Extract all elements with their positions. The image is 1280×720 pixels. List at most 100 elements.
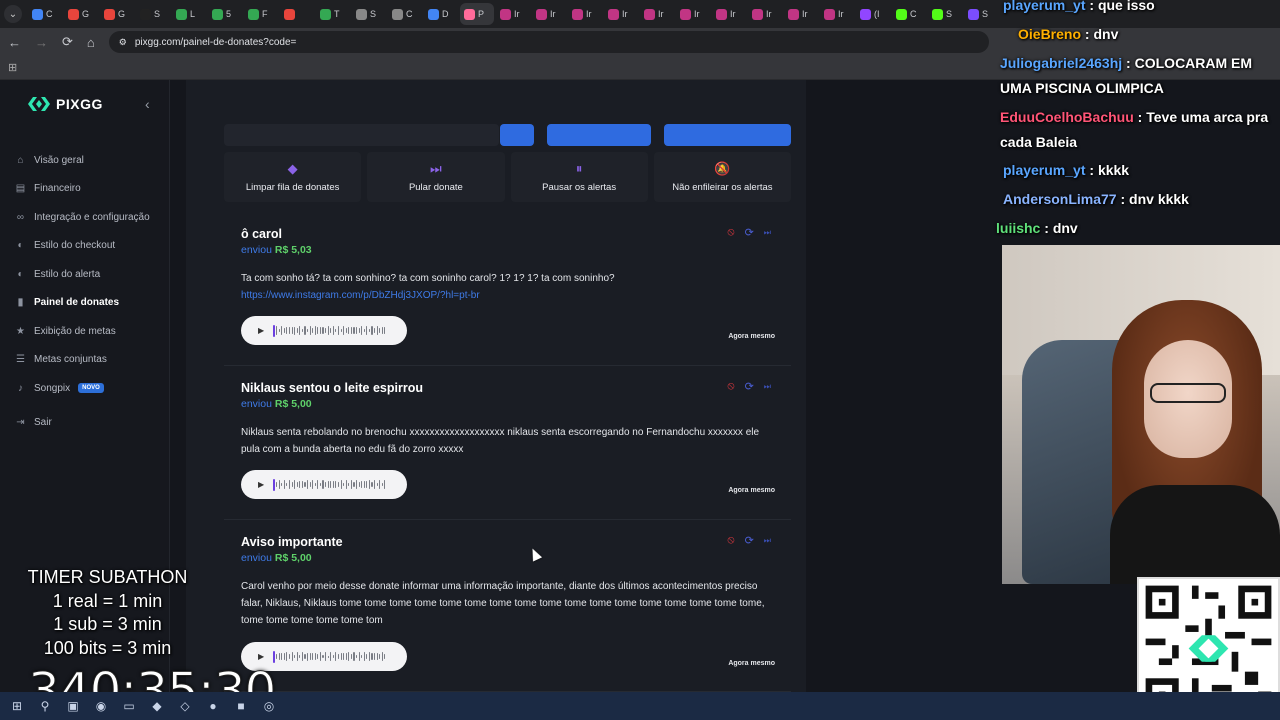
chat-username: EduuCoelhoBachuu (1000, 109, 1134, 125)
sidebar-item-painel-de-donates[interactable]: ▮ Painel de donates (0, 289, 170, 318)
app-icon[interactable]: ◆ (150, 699, 164, 713)
browser-tab[interactable]: S (964, 3, 998, 25)
browser-tab[interactable]: S (136, 3, 170, 25)
windows-start-icon[interactable]: ⊞ (10, 699, 24, 713)
browser-tab[interactable]: G (64, 3, 98, 25)
sidebar-item-metas-conjuntas[interactable]: ☰ Metas conjuntas (0, 346, 170, 375)
collapse-sidebar-icon[interactable]: ‹ (145, 96, 150, 112)
reload-icon[interactable]: ⟳ (62, 34, 73, 50)
browser-tab[interactable]: Ir (604, 3, 638, 25)
sidebar-item-financeiro[interactable]: ▤ Financeiro (0, 175, 170, 204)
sidebar-item-sair[interactable]: ⇥ Sair (0, 409, 170, 438)
browser-tab[interactable]: P (460, 3, 494, 25)
browser-tab[interactable]: Ir (532, 3, 566, 25)
action-label: Limpar fila de donates (245, 182, 340, 193)
donates-panel: ◆ Limpar fila de donates ⏭ Pular donate ⏸ Pau… (186, 80, 806, 692)
replay-icon[interactable]: ⟳ (745, 226, 754, 239)
address-bar[interactable]: ⚙ pixgg.com/painel-de-donates?code= (108, 31, 989, 53)
chrome-icon[interactable]: ◉ (94, 699, 108, 713)
browser-tab[interactable]: Ir (568, 3, 602, 25)
action-pause-button[interactable]: ⏸ Pausar os alertas (510, 152, 648, 202)
audio-waveform[interactable] (273, 324, 386, 337)
tab-label: S (946, 9, 953, 19)
browser-tab[interactable]: L (172, 3, 206, 25)
tab-favicon-icon (644, 8, 655, 20)
site-info-icon[interactable]: ⚙ (119, 37, 127, 48)
eraser-icon: ◆ (287, 161, 298, 176)
replay-icon[interactable]: ⟳ (745, 534, 754, 547)
audio-waveform[interactable] (273, 478, 386, 491)
top-button-1[interactable] (500, 124, 534, 146)
skip-icon[interactable]: ⏭ (764, 380, 771, 393)
audio-waveform[interactable] (273, 650, 386, 663)
sidebar-item-songpix[interactable]: ♪ Songpix NOVO (0, 374, 170, 403)
tab-label: Ir (622, 9, 628, 19)
tab-search-icon[interactable]: ⌄ (4, 5, 22, 23)
block-icon[interactable]: ⦸ (727, 380, 734, 393)
browser-tab[interactable]: S (928, 3, 962, 25)
task-view-icon[interactable]: ▣ (66, 699, 80, 713)
block-icon[interactable]: ⦸ (727, 534, 734, 547)
browser-tab[interactable]: Ir (748, 3, 782, 25)
sidebar-item-label: Songpix (34, 382, 71, 394)
audio-player[interactable]: ▶ (241, 316, 407, 345)
browser-tab[interactable]: C (388, 3, 422, 25)
browser-tab[interactable]: Ir (784, 3, 818, 25)
chat-username: OieBreno (1018, 26, 1082, 42)
browser-tab[interactable]: Ir (820, 3, 854, 25)
play-icon[interactable]: ▶ (258, 480, 264, 489)
tab-label: Ir (694, 9, 700, 19)
palette-icon: ◐ (17, 240, 24, 252)
app-icon[interactable]: ◇ (178, 699, 192, 713)
apps-grid-icon[interactable]: ⊞ (8, 61, 17, 74)
sidebar-item-vis-o-geral[interactable]: ⌂ Visão geral (0, 146, 170, 175)
browser-tab[interactable]: (I (856, 3, 890, 25)
browser-tab[interactable]: T (316, 3, 350, 25)
donate-timestamp: Agora mesmo (728, 660, 775, 667)
home-icon[interactable]: ⌂ (87, 35, 95, 50)
app-icon[interactable]: ◎ (262, 699, 276, 713)
audio-player[interactable]: ▶ (241, 470, 407, 499)
browser-tab[interactable]: Ir (496, 3, 530, 25)
sidebar-item-exibi-o-de-metas[interactable]: ★ Exibição de metas (0, 317, 170, 346)
sidebar-item-estilo-do-alerta[interactable]: ◐ Estilo do alerta (0, 260, 170, 289)
browser-tab[interactable]: G (100, 3, 134, 25)
browser-tab[interactable]: 5 (208, 3, 242, 25)
sidebar-item-estilo-do-checkout[interactable]: ◐ Estilo do checkout (0, 232, 170, 261)
brand-logo[interactable]: PIXGG (28, 96, 103, 112)
action-skip-button[interactable]: ⏭ Pular donate (367, 152, 505, 202)
browser-tab[interactable]: D (424, 3, 458, 25)
play-icon[interactable]: ▶ (258, 652, 264, 661)
browser-tab[interactable]: S (352, 3, 386, 25)
back-icon[interactable]: ← (8, 35, 21, 50)
app-icon[interactable]: ● (206, 699, 220, 713)
app-icon[interactable]: ■ (234, 699, 248, 713)
sidebar-item-integra-o-e-configura-o[interactable]: ∞ Integração e configuração (0, 203, 170, 232)
block-icon[interactable]: ⦸ (727, 226, 734, 239)
donate-card: Niklaus sentou o leite espirrou enviou R$… (224, 366, 791, 520)
browser-tab[interactable]: F (244, 3, 278, 25)
action-eraser-button[interactable]: ◆ Limpar fila de donates (224, 152, 362, 202)
play-icon[interactable]: ▶ (258, 326, 264, 335)
chat-message: playerum_yt : que isso (1003, 0, 1155, 18)
skip-icon[interactable]: ⏭ (764, 226, 771, 239)
tab-label: G (118, 9, 126, 19)
folder-icon[interactable]: ▭ (122, 699, 136, 713)
forward-icon[interactable]: → (35, 35, 48, 50)
browser-tab[interactable]: Ir (640, 3, 674, 25)
replay-icon[interactable]: ⟳ (745, 380, 754, 393)
skip-icon[interactable]: ⏭ (764, 534, 771, 547)
tab-favicon-icon (284, 8, 295, 20)
search-icon[interactable]: ⚲ (38, 699, 52, 713)
top-button-2[interactable] (547, 124, 651, 146)
browser-tab[interactable]: C (892, 3, 926, 25)
tab-label: C (910, 9, 917, 19)
top-input[interactable] (224, 124, 499, 146)
browser-tab[interactable]: C (28, 3, 62, 25)
action-bell-off-button[interactable]: 🔕 Não enfileirar os alertas (653, 152, 791, 202)
browser-tab[interactable]: Ir (712, 3, 746, 25)
donate-link[interactable]: https://www.instagram.com/p/DbZHdj3JXOP/… (241, 287, 771, 304)
top-button-3[interactable] (664, 124, 791, 146)
browser-tab[interactable] (280, 3, 314, 25)
browser-tab[interactable]: Ir (676, 3, 710, 25)
